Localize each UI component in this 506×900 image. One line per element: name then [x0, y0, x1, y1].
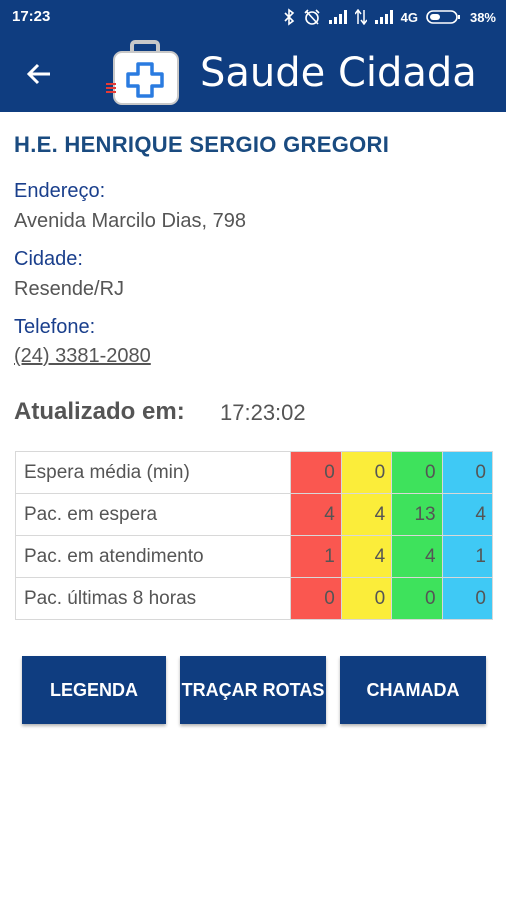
- value-cell-yellow: 4: [340, 535, 393, 578]
- battery-level: 38%: [469, 9, 496, 25]
- status-icons: 4G 38%: [283, 6, 496, 28]
- arrow-back-icon: [26, 63, 50, 85]
- row-label: Pac. últimas 8 horas: [14, 577, 292, 620]
- value-cell-green: 4: [391, 535, 443, 578]
- table-row: Pac. em espera 4 4 13 4: [14, 493, 494, 536]
- phone-link[interactable]: (24) 3381-2080: [14, 345, 151, 368]
- value-cell-blue: 0: [441, 451, 494, 494]
- stats-table: Espera média (min) 0 0 0 0 Pac. em esper…: [14, 451, 494, 620]
- medical-kit-icon: [104, 40, 186, 108]
- status-bar: 17:23 4G 38%: [0, 0, 506, 34]
- value-cell-yellow: 0: [340, 577, 393, 620]
- app-title: Saude Cidada: [200, 50, 477, 96]
- address-label: Endereço:: [14, 180, 106, 202]
- value-cell-blue: 4: [441, 493, 494, 536]
- trace-routes-button[interactable]: TRAÇAR ROTAS: [180, 656, 326, 724]
- value-cell-yellow: 0: [340, 451, 393, 494]
- updated-time: 17:23:02: [220, 400, 306, 425]
- value-cell-blue: 0: [441, 577, 494, 620]
- row-label: Pac. em espera: [14, 493, 292, 536]
- row-label: Pac. em atendimento: [14, 535, 292, 578]
- status-time: 17:23: [12, 8, 51, 25]
- hospital-name: H.E. HENRIQUE SERGIO GREGORI: [14, 132, 390, 157]
- app-bar: Saude Cidada: [0, 34, 506, 112]
- back-button[interactable]: [22, 56, 58, 92]
- signal-icon: [328, 10, 347, 24]
- address-value: Avenida Marcilo Dias, 798: [14, 210, 246, 232]
- value-cell-green: 13: [391, 493, 443, 536]
- updated-label: Atualizado em:: [14, 398, 185, 425]
- value-cell-blue: 1: [441, 535, 494, 578]
- signal-icon: [374, 10, 393, 24]
- legend-button[interactable]: LEGENDA: [22, 656, 166, 724]
- bluetooth-icon: [283, 8, 295, 26]
- row-label: Espera média (min): [14, 451, 292, 494]
- value-cell-green: 0: [391, 577, 443, 620]
- call-button[interactable]: CHAMADA: [340, 656, 486, 724]
- value-cell-red: 1: [290, 535, 342, 578]
- battery-icon: [426, 9, 462, 25]
- city-label: Cidade:: [14, 248, 83, 270]
- value-cell-yellow: 4: [340, 493, 393, 536]
- value-cell-red: 0: [290, 451, 342, 494]
- table-row: Espera média (min) 0 0 0 0: [14, 451, 494, 494]
- value-cell-red: 4: [290, 493, 342, 536]
- alarm-off-icon: [303, 8, 321, 26]
- value-cell-red: 0: [290, 577, 342, 620]
- data-arrows-icon: [354, 9, 367, 25]
- phone-label: Telefone:: [14, 316, 96, 338]
- city-value: Resende/RJ: [14, 278, 125, 300]
- network-type: 4G: [400, 9, 418, 25]
- value-cell-green: 0: [391, 451, 443, 494]
- table-row: Pac. últimas 8 horas 0 0 0 0: [14, 577, 494, 620]
- table-row: Pac. em atendimento 1 4 4 1: [14, 535, 494, 578]
